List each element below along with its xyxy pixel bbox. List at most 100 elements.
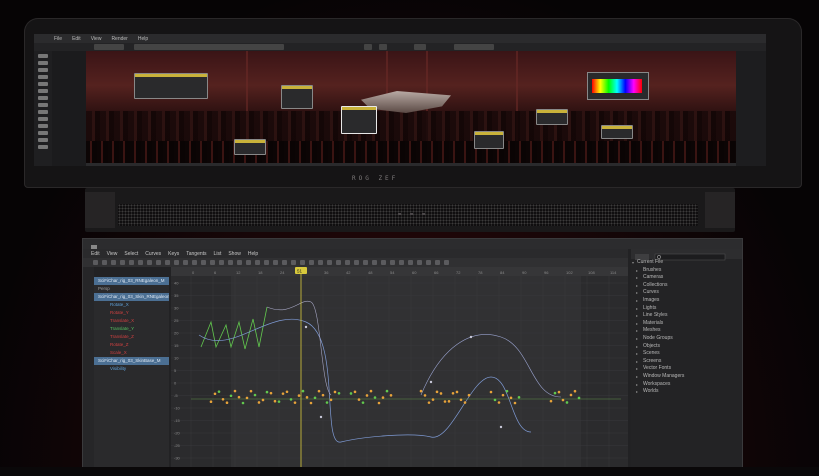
keyframe-point[interactable]	[447, 400, 451, 403]
keyframe-point[interactable]	[317, 389, 321, 393]
menu-select[interactable]: Select	[124, 251, 138, 257]
outliner-row[interactable]: Scale_X	[94, 349, 169, 357]
toolbar-icon[interactable]	[399, 260, 404, 265]
tool-icon[interactable]	[38, 131, 48, 135]
toolbar-icon[interactable]	[156, 260, 161, 265]
keyframe-point[interactable]	[431, 398, 435, 401]
keyframe-point[interactable]	[553, 391, 557, 395]
outliner-row[interactable]: SciFiChar_rig_03_SkinBase_M	[94, 357, 169, 365]
keyframe-point[interactable]	[435, 390, 439, 394]
keyframe-point[interactable]	[459, 398, 463, 402]
tool-icon[interactable]	[38, 82, 48, 86]
keyframe-point[interactable]	[241, 401, 245, 405]
tree-item[interactable]: Curves	[631, 289, 742, 297]
keyframe-point[interactable]	[269, 391, 273, 395]
keyframe-point[interactable]	[245, 396, 249, 400]
keyframe-point[interactable]	[337, 391, 341, 395]
toolbar-icon[interactable]	[426, 260, 431, 265]
outliner-row[interactable]: Rotate_Z	[94, 341, 169, 349]
menu-view[interactable]: View	[107, 251, 118, 257]
toolbar-icon[interactable]	[120, 260, 125, 265]
keyframe-point[interactable]	[451, 391, 455, 395]
upper-menu-item[interactable]: File	[54, 36, 62, 42]
tree-item[interactable]: Objects	[631, 343, 742, 351]
keyframe-point[interactable]	[385, 389, 389, 393]
tree-item[interactable]: Collections	[631, 282, 742, 290]
keyframe-point[interactable]	[549, 399, 553, 403]
tree-root[interactable]: Current File	[631, 259, 742, 267]
toolbar-icon[interactable]	[408, 260, 413, 265]
toolbar-icon[interactable]	[165, 260, 170, 265]
keyframe-point[interactable]	[569, 393, 573, 397]
tool-icon[interactable]	[38, 96, 48, 100]
toolbar-icon[interactable]	[327, 260, 332, 265]
tree-item[interactable]: Lights	[631, 305, 742, 313]
toolbar-icon[interactable]	[273, 260, 278, 265]
node-panel[interactable]	[474, 131, 504, 149]
keyframe-point[interactable]	[297, 394, 301, 397]
color-spectrum[interactable]	[592, 79, 642, 93]
toolbar-icon[interactable]	[264, 260, 269, 265]
toolbar-icon[interactable]	[138, 260, 143, 265]
outliner-row[interactable]: Visibility	[94, 365, 169, 373]
node-panel[interactable]	[134, 73, 208, 99]
tree-item[interactable]: Cameras	[631, 274, 742, 282]
menu-edit[interactable]: Edit	[91, 251, 100, 257]
menu-list[interactable]: List	[214, 251, 222, 257]
tool-icon[interactable]	[38, 124, 48, 128]
toolbar-icon[interactable]	[183, 260, 188, 265]
keyframe-point[interactable]	[217, 390, 221, 393]
play-button[interactable]	[414, 44, 426, 50]
keyframe-point[interactable]	[565, 401, 569, 404]
toolbar-icon[interactable]	[282, 260, 287, 265]
tree-item[interactable]: Vector Fonts	[631, 365, 742, 373]
tool-icon[interactable]	[38, 117, 48, 121]
toolbar-icon[interactable]	[255, 260, 260, 265]
outliner-row[interactable]: SciFiChar_rig_03_RNEgaleon_M	[94, 277, 169, 285]
tree-item[interactable]: Screens	[631, 358, 742, 366]
toolbar-button[interactable]	[364, 44, 372, 50]
keyframe-point[interactable]	[361, 401, 365, 404]
keyframe-point[interactable]	[427, 401, 431, 404]
menu-tangents[interactable]: Tangents	[186, 251, 206, 257]
node-panel[interactable]	[601, 125, 633, 139]
keyframe-point[interactable]	[577, 396, 581, 400]
toolbar-icon[interactable]	[318, 260, 323, 265]
keyframe-point[interactable]	[369, 389, 373, 393]
keyframe-point[interactable]	[373, 396, 377, 399]
keyframe-point[interactable]	[349, 392, 353, 395]
keyframe-point[interactable]	[281, 392, 285, 395]
tree-item[interactable]: Worlds	[631, 388, 742, 396]
keyframe-point[interactable]	[265, 390, 269, 394]
keyframe-point[interactable]	[333, 390, 337, 394]
menu-curves[interactable]: Curves	[145, 251, 161, 257]
toolbar-icon[interactable]	[444, 260, 449, 265]
keyframe-point[interactable]	[225, 401, 229, 405]
outliner-row[interactable]: Rotate_X	[94, 301, 169, 309]
keyframe-point[interactable]	[325, 401, 329, 404]
tree-item[interactable]: Line Styles	[631, 312, 742, 320]
toolbar-icon[interactable]	[435, 260, 440, 265]
toolbar-icon[interactable]	[300, 260, 305, 265]
keyframe-point[interactable]	[319, 415, 323, 419]
graph-area[interactable]: 0612182430364248546066727884909610210811…	[171, 267, 628, 475]
node-panel[interactable]	[536, 109, 568, 125]
tool-icon[interactable]	[38, 110, 48, 114]
toolbar-icon[interactable]	[237, 260, 242, 265]
keyframe-point[interactable]	[505, 389, 509, 393]
toolbar-icon[interactable]	[201, 260, 206, 265]
outliner-row[interactable]: Translate_Z	[94, 333, 169, 341]
outliner-row[interactable]: Translate_X	[94, 317, 169, 325]
toolbar-icon[interactable]	[372, 260, 377, 265]
tool-icon[interactable]	[38, 103, 48, 107]
keyframe-point[interactable]	[497, 401, 501, 404]
keyframe-point[interactable]	[213, 392, 217, 396]
tree-item[interactable]: Brushes	[631, 267, 742, 275]
keyframe-point[interactable]	[285, 390, 289, 394]
keyframe-point[interactable]	[273, 399, 277, 403]
toolbar-icon[interactable]	[192, 260, 197, 265]
menu-help[interactable]: Help	[248, 251, 258, 257]
outliner-row[interactable]: Rotate_Y	[94, 309, 169, 317]
keyframe-point[interactable]	[429, 380, 433, 384]
toolbar-icon[interactable]	[381, 260, 386, 265]
